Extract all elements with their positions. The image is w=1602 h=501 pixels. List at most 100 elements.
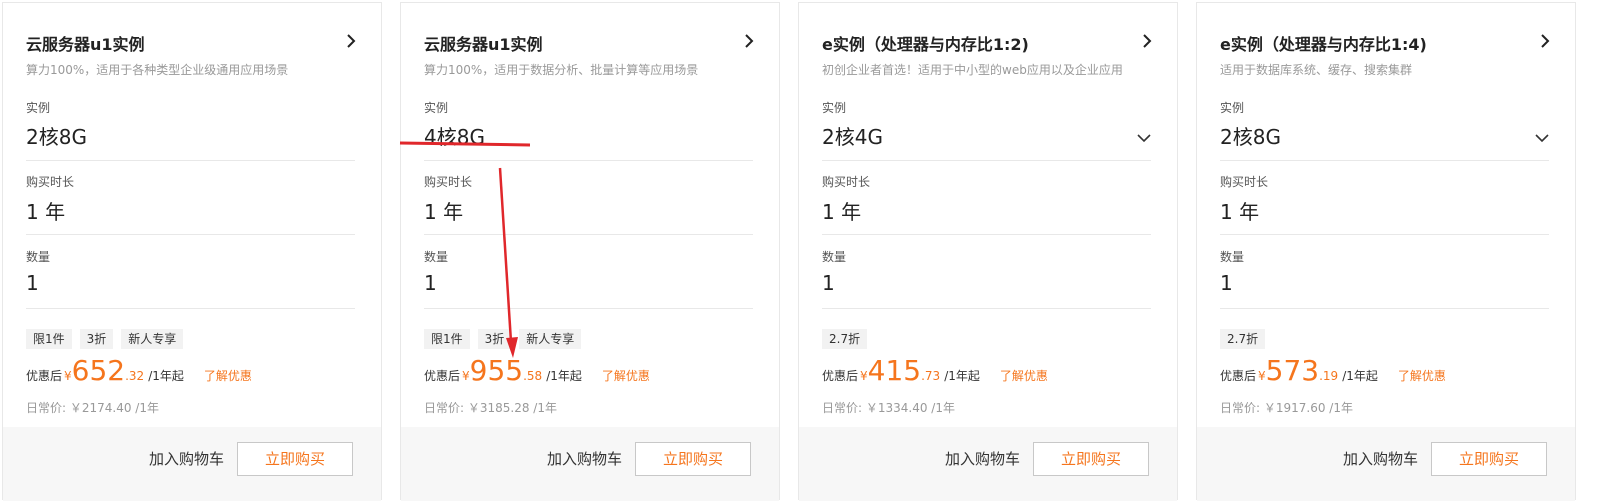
tag-list: 限1件 3折 新人专享 [26,329,184,349]
card-description: 初创企业者首选！适用于中小型的web应用以及企业应用 [822,63,1123,77]
quantity-value: 1 [424,271,437,295]
quantity-label: 数量 [26,250,51,264]
promo-tag: 2.7折 [822,329,868,349]
buy-now-button[interactable]: 立即购买 [1033,442,1149,476]
instance-label: 实例 [26,101,51,115]
card-title[interactable]: 云服务器u1实例 [26,31,145,55]
quantity-value: 1 [26,271,39,295]
chevron-right-icon[interactable] [1539,33,1551,49]
quantity-value: 1 [822,271,835,295]
card-title[interactable]: 云服务器u1实例 [424,31,543,55]
instance-label: 实例 [822,101,847,115]
quantity-label: 数量 [1220,250,1245,264]
quantity-label: 数量 [822,250,847,264]
add-to-cart-button[interactable]: 加入购物车 [547,449,622,469]
price-row: 优惠后 ¥ 415 .73 /1年起 了解优惠 [822,353,1048,393]
chevron-down-icon[interactable] [1137,133,1151,143]
divider [424,308,753,309]
regular-price: 日常价: ￥1334.40 /1年 [822,401,955,415]
price-integer: 652 [71,354,126,387]
price-unit: /1年起 [148,369,184,383]
duration-value: 1 年 [1220,200,1260,224]
price-decimal: .58 [523,369,543,383]
price-unit: /1年起 [944,369,980,383]
duration-value: 1 年 [822,200,862,224]
currency-symbol: ¥ [64,369,72,383]
price-integer: 573 [1265,354,1320,387]
card-description: 算力100%，适用于各种类型企业级通用应用场景 [26,63,289,77]
product-card: e实例（处理器与内存比1:4) 适用于数据库系统、缓存、搜索集群 实例 2核8G… [1196,2,1576,501]
promo-link[interactable]: 了解优惠 [204,367,252,384]
promo-link[interactable]: 了解优惠 [602,367,650,384]
divider [822,234,1151,235]
regular-price: 日常价: ￥2174.40 /1年 [26,401,159,415]
duration-label: 购买时长 [1220,175,1269,189]
buy-now-button[interactable]: 立即购买 [635,442,751,476]
promo-link[interactable]: 了解优惠 [1000,367,1048,384]
quantity-value: 1 [1220,271,1233,295]
price-unit: /1年起 [1342,369,1378,383]
price-row: 优惠后 ¥ 573 .19 /1年起 了解优惠 [1220,353,1446,393]
price-row: 优惠后 ¥ 955 .58 /1年起 了解优惠 [424,353,650,393]
regular-price: 日常价: ￥1917.60 /1年 [1220,401,1353,415]
duration-label: 购买时长 [822,175,871,189]
promo-tag: 新人专享 [519,329,582,349]
divider [26,234,355,235]
price-integer: 955 [469,354,524,387]
instance-label: 实例 [1220,101,1245,115]
instance-value[interactable]: 2核8G [1220,121,1281,150]
duration-value: 1 年 [26,200,66,224]
currency-symbol: ¥ [462,369,470,383]
promo-tag: 限1件 [424,329,470,349]
divider [26,308,355,309]
instance-value: 2核8G [26,125,87,149]
product-card: 云服务器u1实例 算力100%，适用于数据分析、批量计算等应用场景 实例 4核8… [400,2,780,501]
price-decimal: .32 [125,369,145,383]
promo-tag: 限1件 [26,329,72,349]
card-title[interactable]: e实例（处理器与内存比1:2) [822,31,1029,55]
buy-now-button[interactable]: 立即购买 [237,442,353,476]
tag-list: 2.7折 [822,329,868,349]
add-to-cart-button[interactable]: 加入购物车 [149,449,224,469]
product-card: 云服务器u1实例 算力100%，适用于各种类型企业级通用应用场景 实例 2核8G… [2,2,382,501]
divider [26,160,355,161]
promo-tag: 3折 [79,329,114,349]
price-row: 优惠后 ¥ 652 .32 /1年起 了解优惠 [26,353,252,393]
chevron-right-icon[interactable] [345,33,357,49]
price-prefix: 优惠后 [1220,369,1257,383]
price-prefix: 优惠后 [424,369,461,383]
card-title[interactable]: e实例（处理器与内存比1:4) [1220,31,1427,55]
instance-value: 4核8G [424,125,485,149]
price-prefix: 优惠后 [822,369,859,383]
promo-link[interactable]: 了解优惠 [1398,367,1446,384]
buy-now-button[interactable]: 立即购买 [1431,442,1547,476]
price-unit: /1年起 [546,369,582,383]
tag-list: 2.7折 [1220,329,1266,349]
price-prefix: 优惠后 [26,369,63,383]
price-decimal: .19 [1319,369,1339,383]
divider [424,234,753,235]
currency-symbol: ¥ [860,369,868,383]
chevron-right-icon[interactable] [1141,33,1153,49]
divider [822,160,1151,161]
price-decimal: .73 [921,369,941,383]
regular-price: 日常价: ￥3185.28 /1年 [424,401,557,415]
chevron-right-icon[interactable] [743,33,755,49]
promo-tag: 2.7折 [1220,329,1266,349]
instance-label: 实例 [424,101,449,115]
price-integer: 415 [867,354,922,387]
product-card: e实例（处理器与内存比1:2) 初创企业者首选！适用于中小型的web应用以及企业… [798,2,1178,501]
instance-value[interactable]: 2核4G [822,121,883,150]
card-description: 算力100%，适用于数据分析、批量计算等应用场景 [424,63,699,77]
add-to-cart-button[interactable]: 加入购物车 [945,449,1020,469]
card-description: 适用于数据库系统、缓存、搜索集群 [1220,63,1413,77]
quantity-label: 数量 [424,250,449,264]
divider [1220,160,1549,161]
currency-symbol: ¥ [1258,369,1266,383]
chevron-down-icon[interactable] [1535,133,1549,143]
card-footer: 加入购物车 立即购买 [1197,427,1575,501]
promo-tag: 3折 [477,329,512,349]
add-to-cart-button[interactable]: 加入购物车 [1343,449,1418,469]
divider [424,160,753,161]
divider [822,308,1151,309]
